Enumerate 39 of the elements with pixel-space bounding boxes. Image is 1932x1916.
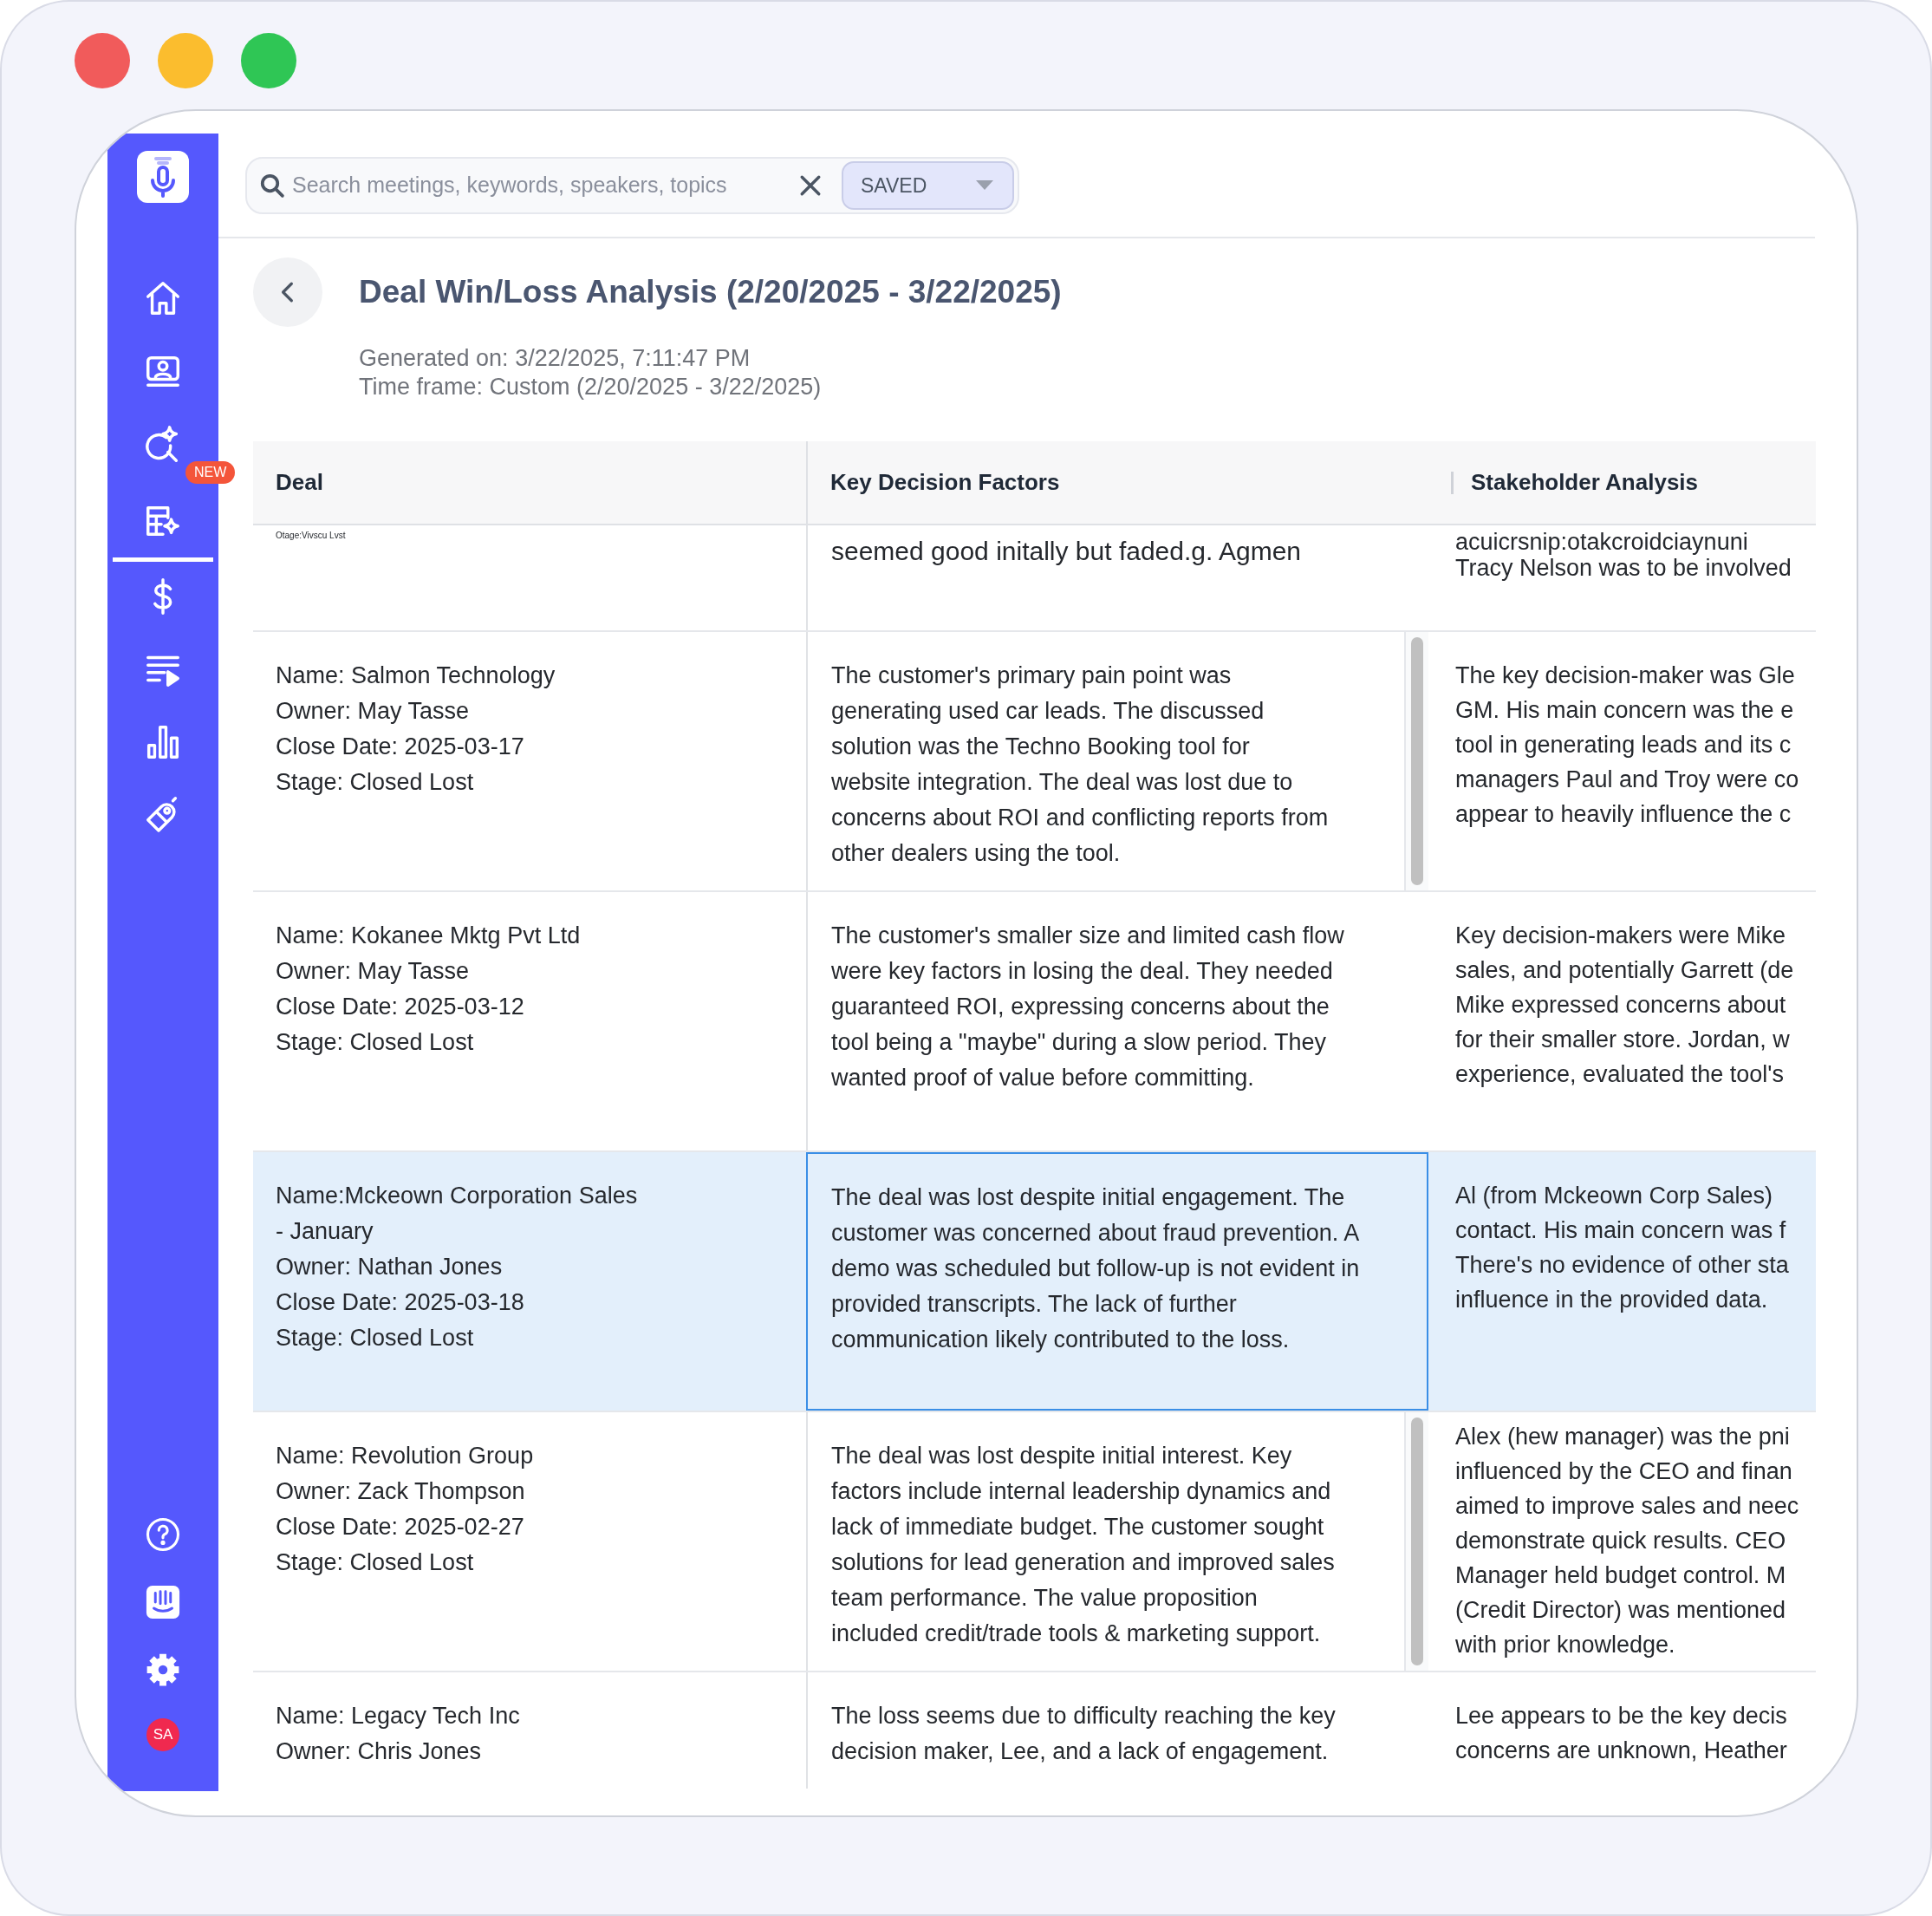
table-cell-text: The loss seems due to difficulty reaching the key decision maker, Lee, and a lack of engagement.	[831, 1702, 1337, 1766]
search-field[interactable]: Search meetings, keywords, speakers, topics SAVED	[245, 157, 1019, 214]
table-cell-text: seemed good initally but faded.g. Agmen	[831, 536, 1303, 567]
table-cell-text: Name: Salmon Technology Owner: May Tasse Close Date: 2025-03-17 Stage: Closed Lost	[276, 661, 556, 797]
table-cell-text: Name: Legacy Tech Inc Owner: Chris Jones	[276, 1702, 521, 1766]
time-frame: Time frame: Custom (2/20/2025 - 3/22/2025)	[359, 373, 1815, 401]
table-cell-text: Lee appears to be the key decis concerns are unknown, Heather	[1455, 1702, 1788, 1765]
table-cell-text: Name:Mckeown Corporation Sales - January Owner: Nathan Jones Close Date: 2025-03-18 Stage: Closed Lost	[276, 1182, 639, 1352]
table-cell-text: Otage:Vivscu Lvst	[276, 531, 347, 541]
table-cell-text: acuicrsnip:otakcroidciaynuni Tracy Nelson was to be involved	[1455, 529, 1792, 581]
search-icon	[259, 173, 285, 199]
table-cell-text: The deal was lost despite initial interest. Key factors include internal leadership dynamics and lack of immediate budget. The customer sought solutions for lead generation and improved sales team performance. The value proposition included credit/trade tools & marketing support.	[831, 1442, 1336, 1648]
new-badge: NEW	[185, 461, 236, 484]
table-cell-text: The customer's smaller size and limited cash flow were key factors in losing the deal. They needed guaranteed ROI, expressing concerns about the tool being a "maybe" during a slow period. They wanted proof of value before committing.	[831, 922, 1345, 1092]
help-icon	[145, 1516, 181, 1553]
table-cell-text: The deal was lost despite initial engagement. The customer was concerned about fraud prevention. A demo was scheduled but follow-up is not evident in provided transcripts. The lack of further communication likely contributed to the loss.	[831, 1183, 1361, 1354]
column-header[interactable]: Key Decision Factors	[830, 466, 1060, 499]
table-cell-text: Name: Kokanee Mktg Pvt Ltd Owner: May Tasse Close Date: 2025-03-12 Stage: Closed Lost	[276, 922, 582, 1057]
scrollbar-thumb[interactable]	[1411, 1417, 1423, 1665]
chat-icon	[145, 1584, 181, 1620]
table-cell-text: The key decision-maker was Gle GM. His main concern was the e tool in generating leads and its c managers Paul and Troy were co appear to heavily influence the c	[1455, 661, 1800, 829]
caret-down-icon	[976, 180, 993, 191]
table-cell-text: Al (from Mckeown Corp Sales) contact. His main concern was f There's no evidence of other sta influence in the provided data.	[1455, 1182, 1790, 1314]
sidebar-item[interactable]	[144, 1583, 182, 1621]
scrollbar-thumb[interactable]	[1411, 637, 1423, 885]
table-cell-text: Alex (hew manager) was the pni influenced by the CEO and finan aimed to improve sales and neec demonstrate quick results. CEO Manager held budget control. M (Credit Director) was mentioned with prior knowledge.	[1455, 1423, 1800, 1659]
column-header[interactable]: Deal	[276, 466, 323, 499]
table-cell-text: Key decision-makers were Mike sales, and potentially Garrett (de Mike expressed concerns about for their smaller store. Jordan, w experience, evaluated the tool's	[1455, 922, 1795, 1089]
report-title: Deal Win/Loss Analysis (2/20/2025 - 3/22/2025)	[359, 273, 1062, 312]
close-icon	[799, 174, 822, 197]
user-avatar[interactable]: SA	[146, 1718, 179, 1751]
settings-icon	[145, 1652, 181, 1688]
column-header[interactable]: Stakeholder Analysis	[1471, 466, 1699, 499]
table-cell-text: The customer's primary pain point was generating used car leads. The discussed solution was the Techno Booking tool for website integration. The deal was lost due to concerns about ROI and conflicting reports from other dealers using the tool.	[831, 661, 1330, 868]
saved-dropdown[interactable]: SAVED	[842, 161, 1014, 210]
app-logo[interactable]	[137, 151, 189, 203]
sidebar-item[interactable]	[144, 1515, 182, 1554]
table-cell-text: Name: Revolution Group Owner: Zack Thompson Close Date: 2025-02-27 Stage: Closed Lost	[276, 1442, 535, 1577]
generated-date: Generated on: 3/22/2025, 7:11:47 PM	[359, 344, 751, 373]
